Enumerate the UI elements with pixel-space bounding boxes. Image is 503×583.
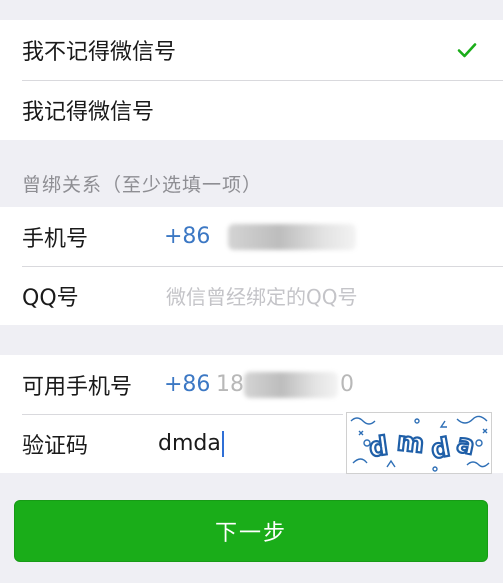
available-phone-label: 可用手机号 — [22, 374, 133, 400]
option-remember-wechat-id[interactable]: 我记得微信号 — [0, 80, 503, 140]
option-forgot-label: 我不记得微信号 — [22, 40, 177, 65]
option-forgot-wechat-id[interactable]: 我不记得微信号 — [0, 20, 503, 80]
phone-label: 手机号 — [22, 226, 89, 252]
phone-number-redacted — [228, 224, 356, 250]
code-input-value: dmda — [158, 430, 221, 456]
qq-row[interactable]: QQ号 微信曾经绑定的QQ号 — [0, 266, 503, 325]
available-phone-row[interactable]: 可用手机号 +86 18 0 — [0, 355, 503, 414]
available-phone-start: 18 — [216, 372, 244, 397]
code-input[interactable]: dmda — [158, 430, 224, 457]
recovery-options-group: 我不记得微信号 我记得微信号 — [0, 20, 503, 140]
next-step-button[interactable]: 下一步 — [14, 500, 488, 562]
available-phone-end: 0 — [340, 372, 354, 397]
checkmark-icon — [457, 20, 477, 80]
qq-input[interactable]: 微信曾经绑定的QQ号 — [166, 281, 357, 310]
svg-text:m: m — [395, 427, 425, 460]
code-label: 验证码 — [22, 433, 89, 459]
captcha-image[interactable]: d m d a — [346, 412, 492, 474]
phone-row[interactable]: 手机号 +86 — [0, 207, 503, 266]
available-phone-redacted — [244, 372, 338, 398]
binding-section-header: 曾绑关系（至少选填一项） — [22, 174, 263, 196]
phone-country-code: +86 — [164, 224, 211, 249]
qq-label: QQ号 — [22, 285, 79, 311]
text-caret — [221, 430, 224, 457]
available-phone-country-code: +86 — [164, 372, 211, 397]
option-remember-label: 我记得微信号 — [22, 100, 155, 125]
binding-group: 手机号 +86 QQ号 微信曾经绑定的QQ号 — [0, 207, 503, 325]
